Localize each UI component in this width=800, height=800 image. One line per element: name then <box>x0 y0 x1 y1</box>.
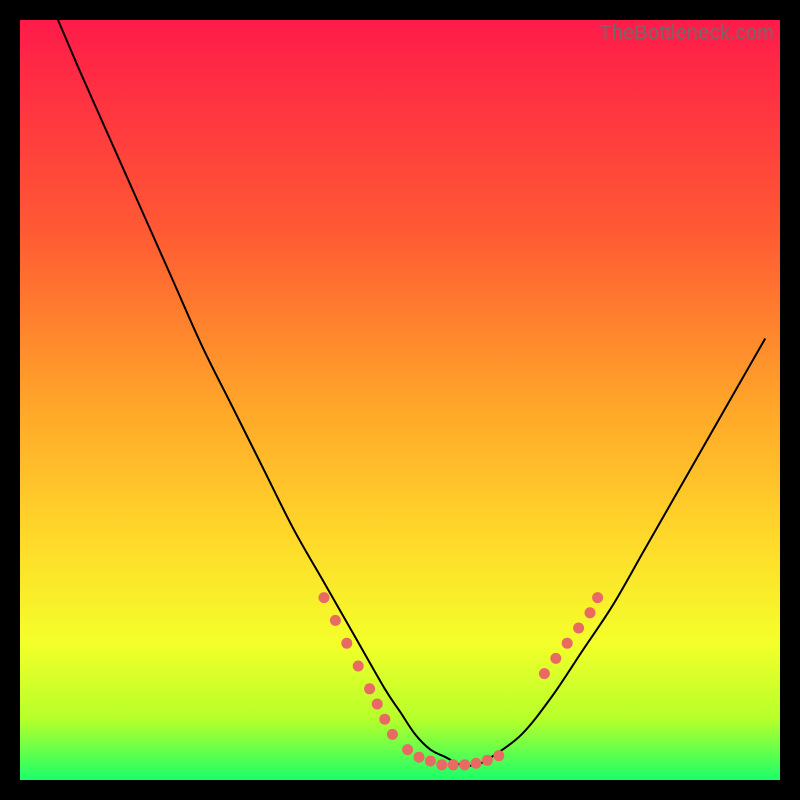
marker-dot <box>330 615 341 626</box>
chart-frame: TheBottleneck.com <box>20 20 780 780</box>
marker-dot <box>471 758 482 769</box>
marker-dot <box>448 759 459 770</box>
marker-dot <box>425 756 436 767</box>
marker-dot <box>592 592 603 603</box>
marker-dot <box>493 750 504 761</box>
marker-dot <box>319 592 330 603</box>
marker-dot <box>539 668 550 679</box>
gradient-background <box>20 20 780 780</box>
marker-dot <box>353 661 364 672</box>
marker-dot <box>414 752 425 763</box>
marker-dot <box>436 759 447 770</box>
marker-dot <box>550 653 561 664</box>
marker-dot <box>459 759 470 770</box>
marker-dot <box>341 638 352 649</box>
watermark-label: TheBottleneck.com <box>599 22 774 45</box>
marker-dot <box>372 699 383 710</box>
marker-dot <box>379 714 390 725</box>
marker-dot <box>402 744 413 755</box>
marker-dot <box>364 683 375 694</box>
marker-dot <box>562 638 573 649</box>
marker-dot <box>387 729 398 740</box>
marker-dot <box>573 623 584 634</box>
marker-dot <box>585 607 596 618</box>
bottleneck-chart <box>20 20 780 780</box>
marker-dot <box>482 755 493 766</box>
